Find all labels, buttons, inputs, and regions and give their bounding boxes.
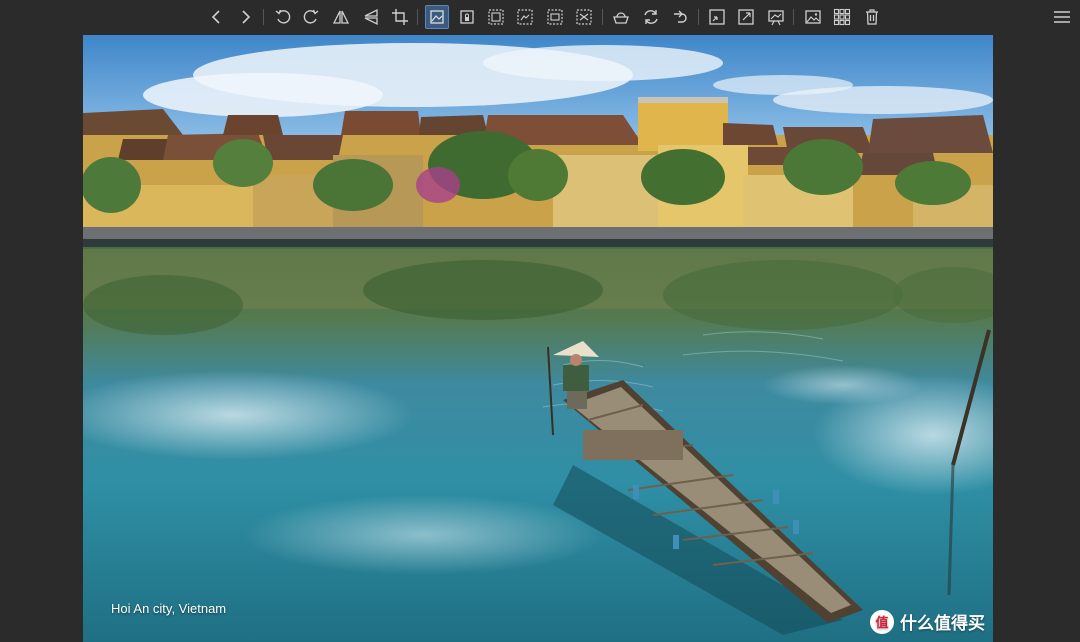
refresh-icon[interactable] <box>639 5 663 29</box>
trash-icon[interactable] <box>860 5 884 29</box>
slideshow-icon[interactable] <box>764 5 788 29</box>
image-frame-4-icon[interactable] <box>572 5 596 29</box>
toolbar-divider <box>417 9 418 25</box>
photo-image <box>83 35 993 642</box>
toolbar-divider <box>698 9 699 25</box>
watermark-logo-text: 值 <box>875 615 888 631</box>
hamburger-menu-icon[interactable] <box>1050 5 1074 29</box>
image-viewer-window: Hoi An city, Vietnam 值 什么值得买 <box>0 0 1080 642</box>
toolbar-divider <box>263 9 264 25</box>
resize-expand-icon[interactable] <box>734 5 758 29</box>
toolbar-divider <box>602 9 603 25</box>
prev-icon[interactable] <box>205 5 229 29</box>
watermark-text: 什么值得买 <box>900 614 985 633</box>
toolbar-divider <box>793 9 794 25</box>
image-icon[interactable] <box>801 5 825 29</box>
watermark-logo-icon: 值 <box>870 609 894 634</box>
basket-icon[interactable] <box>609 5 633 29</box>
rotate-right-icon[interactable] <box>299 5 323 29</box>
flip-horizontal-icon[interactable] <box>329 5 353 29</box>
image-frame-1-icon[interactable] <box>484 5 508 29</box>
crop-icon[interactable] <box>388 5 412 29</box>
watermark: 值 什么值得买 <box>870 609 985 634</box>
image-frame-3-icon[interactable] <box>543 5 567 29</box>
image-fit-icon[interactable] <box>425 5 449 29</box>
grid-icon[interactable] <box>830 5 854 29</box>
redo-icon[interactable] <box>668 5 692 29</box>
image-lock-icon[interactable] <box>455 5 479 29</box>
next-icon[interactable] <box>233 5 257 29</box>
rotate-left-icon[interactable] <box>271 5 295 29</box>
photo-caption: Hoi An city, Vietnam <box>111 601 227 616</box>
image-frame-2-icon[interactable] <box>513 5 537 29</box>
toolbar <box>0 0 1080 34</box>
flip-vertical-icon[interactable] <box>359 5 383 29</box>
photo-viewport[interactable]: Hoi An city, Vietnam 值 什么值得买 <box>83 35 993 642</box>
resize-shrink-icon[interactable] <box>705 5 729 29</box>
